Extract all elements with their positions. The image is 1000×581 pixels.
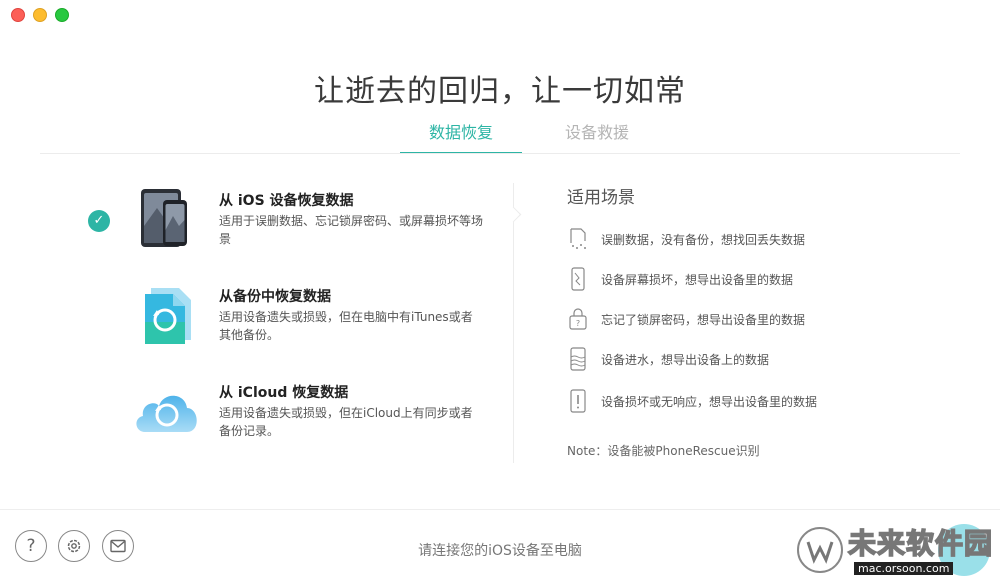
icloud-restore-icon [131, 382, 201, 448]
footer-divider [0, 509, 1000, 510]
scenario-text: 设备进水，想导出设备上的数据 [601, 353, 770, 367]
scenario-text: 设备损坏或无响应，想导出设备里的数据 [601, 395, 818, 409]
svg-text:?: ? [576, 319, 580, 328]
scenario-item: ? 忘记了锁屏密码，想导出设备里的数据 [567, 307, 927, 331]
tab-data-recovery[interactable]: 数据恢复 [400, 118, 522, 154]
watermark-url: mac.orsoon.com [854, 562, 954, 575]
option-title: 从备份中恢复数据 [219, 289, 331, 305]
deleted-file-icon [567, 227, 589, 251]
selected-check-icon: ✓ [88, 210, 110, 232]
scenario-item: 设备屏幕损坏，想导出设备里的数据 [567, 267, 927, 291]
close-window-button[interactable] [11, 8, 25, 22]
warning-phone-icon [567, 389, 589, 413]
minimize-window-button[interactable] [33, 8, 47, 22]
option-icloud[interactable]: 从 iCloud 恢复数据 适用设备遗失或损毁，但在iCloud上有同步或者备份… [85, 378, 495, 468]
panel-divider [513, 183, 514, 463]
scenario-item: 设备进水，想导出设备上的数据 [567, 347, 927, 371]
page-title: 让逝去的回归，让一切如常 [314, 74, 686, 109]
scenario-text: 忘记了锁屏密码，想导出设备里的数据 [601, 313, 806, 327]
tab-device-rescue[interactable]: 设备救援 [536, 118, 658, 152]
tab-divider [40, 153, 960, 154]
option-ios-device[interactable]: ✓ 从 iOS 设备恢复数据 适用于误删数据、忘记锁屏密码、或屏幕损坏等场景 [85, 186, 495, 276]
locked-phone-icon: ? [567, 307, 589, 331]
scenario-item: 误删数据，没有备份，想找回丢失数据 [567, 227, 927, 251]
option-title: 从 iCloud 恢复数据 [219, 385, 349, 401]
scenario-text: 误删数据，没有备份，想找回丢失数据 [601, 233, 806, 247]
mode-tabs: 数据恢复 设备救援 [400, 118, 660, 154]
option-description: 适用设备遗失或损毁，但在iCloud上有同步或者备份记录。 [219, 406, 473, 438]
scenario-text: 设备屏幕损坏，想导出设备里的数据 [601, 273, 794, 287]
broken-phone-icon [567, 267, 589, 291]
scenarios-title: 适用场景 [567, 188, 635, 208]
option-description: 适用设备遗失或损毁，但在电脑中有iTunes或者其他备份。 [219, 310, 473, 342]
watermark-logo-icon [797, 527, 843, 573]
option-backup[interactable]: 从备份中恢复数据 适用设备遗失或损毁，但在电脑中有iTunes或者其他备份。 [85, 282, 495, 372]
scenario-item: 设备损坏或无响应，想导出设备里的数据 [567, 389, 927, 413]
backup-file-icon [133, 282, 203, 348]
window-controls [11, 8, 69, 22]
app-window: 让逝去的回归，让一切如常 数据恢复 设备救援 ✓ 从 iOS 设备恢复数据 适用… [0, 0, 1000, 581]
option-description: 适用于误删数据、忘记锁屏密码、或屏幕损坏等场景 [219, 214, 484, 246]
water-phone-icon [567, 347, 589, 371]
option-title: 从 iOS 设备恢复数据 [219, 193, 354, 209]
selection-pointer [505, 206, 522, 223]
watermark-text: 未来软件园 [847, 526, 994, 561]
note-text: Note：设备能被PhoneRescue识别 [567, 444, 760, 458]
zoom-window-button[interactable] [55, 8, 69, 22]
ios-devices-icon [133, 186, 203, 252]
watermark: 未来软件园 mac.orsoon.com [792, 520, 1000, 581]
